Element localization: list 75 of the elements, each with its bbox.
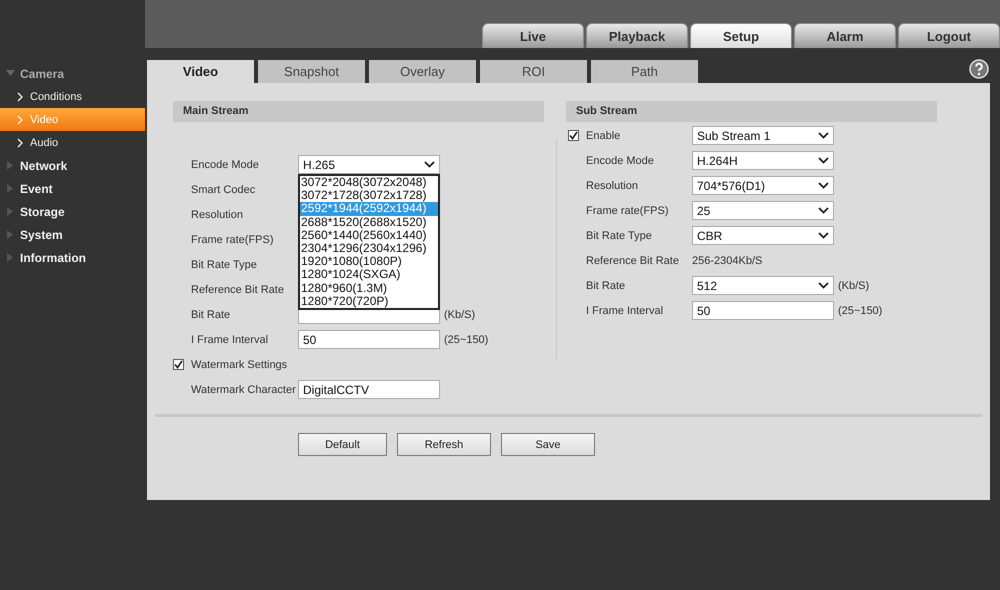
tab[interactable]: Video: [147, 60, 254, 83]
field-label: Watermark Settings: [191, 358, 288, 370]
nav-subitem[interactable]: Conditions: [0, 85, 145, 108]
nav-item[interactable]: Event: [0, 177, 145, 200]
field-label: Encode Mode: [191, 158, 260, 170]
field-label: Frame rate(FPS): [586, 204, 670, 216]
chevron-down-icon: [818, 157, 829, 164]
triangle-right-icon: [6, 230, 15, 239]
chevron-right-icon: [17, 92, 23, 102]
field-label: Encode Mode: [586, 154, 655, 166]
chevron-down-icon: [818, 132, 829, 139]
reference-value: 256-2304Kb/S: [692, 254, 762, 266]
triangle-down-icon: [6, 69, 15, 78]
select-field[interactable]: 512: [692, 276, 834, 295]
field-label: Watermark Character: [191, 384, 297, 396]
unit-label: (Kb/S): [444, 308, 476, 320]
action-button[interactable]: Save: [501, 433, 595, 456]
chevron-down-icon: [818, 232, 829, 239]
select-field[interactable]: 25: [692, 201, 834, 220]
nav-item[interactable]: Network: [0, 154, 145, 177]
field-label: Bit Rate Type: [586, 230, 653, 242]
select-field[interactable]: Sub Stream 1: [692, 126, 834, 145]
field-label: Resolution: [586, 180, 639, 192]
field-label: Smart Codec: [191, 184, 256, 196]
nav-tab[interactable]: Playback: [586, 23, 688, 48]
chevron-down-icon: [424, 161, 435, 168]
help-icon[interactable]: [969, 59, 989, 79]
select-field[interactable]: 704*576(D1): [692, 176, 834, 195]
select-field[interactable]: H.265: [298, 155, 440, 174]
field-label: Reference Bit Rate: [586, 254, 680, 266]
field-label: I Frame Interval: [586, 304, 664, 316]
select-field[interactable]: H.264H: [692, 151, 834, 170]
nav-item[interactable]: Storage: [0, 200, 145, 223]
chevron-right-icon: [17, 138, 23, 148]
chevron-right-icon: [17, 114, 23, 124]
triangle-right-icon: [6, 184, 15, 193]
tab[interactable]: Snapshot: [258, 60, 365, 83]
unit-label: (25~150): [838, 304, 882, 316]
tab[interactable]: Overlay: [369, 60, 476, 83]
input-field[interactable]: DigitalCCTV: [298, 380, 440, 399]
field-label: Bit Rate Type: [191, 258, 258, 270]
triangle-right-icon: [6, 207, 15, 216]
triangle-right-icon: [6, 253, 15, 262]
chevron-down-icon: [818, 182, 829, 189]
nav-item[interactable]: System: [0, 223, 145, 246]
field-label: Reference Bit Rate: [191, 284, 285, 296]
nav-tab[interactable]: Logout: [898, 23, 1000, 48]
nav-subitem[interactable]: Audio: [0, 131, 145, 154]
field-label: Resolution: [191, 208, 244, 220]
field-label: I Frame Interval: [191, 334, 270, 346]
nav-tab[interactable]: Alarm: [794, 23, 896, 48]
section-header: Sub Stream: [566, 101, 937, 122]
nav-item[interactable]: Camera: [0, 62, 145, 85]
tab[interactable]: ROI: [480, 60, 587, 83]
triangle-right-icon: [6, 161, 15, 170]
field-label: Enable: [586, 130, 622, 142]
chevron-down-icon: [818, 282, 829, 289]
field-label: Frame rate(FPS): [191, 234, 275, 246]
action-button[interactable]: Default: [298, 433, 387, 456]
field-label: Bit Rate: [586, 280, 626, 292]
checkbox[interactable]: [568, 130, 579, 141]
section-header: Main Stream: [173, 101, 544, 122]
input-field[interactable]: 50: [692, 301, 834, 320]
unit-label: (25~150): [444, 334, 488, 346]
unit-label: (Kb/S): [838, 280, 870, 292]
checkbox[interactable]: [173, 359, 184, 370]
nav-item[interactable]: Information: [0, 246, 145, 269]
field-label: Bit Rate: [191, 308, 232, 320]
action-button[interactable]: Refresh: [397, 433, 491, 456]
nav-tab[interactable]: Setup: [690, 23, 792, 48]
nav-tab[interactable]: Live: [482, 23, 584, 48]
select-field[interactable]: CBR: [692, 226, 834, 245]
chevron-down-icon: [818, 207, 829, 214]
tab[interactable]: Path: [591, 60, 698, 83]
input-field[interactable]: 50: [298, 330, 440, 349]
